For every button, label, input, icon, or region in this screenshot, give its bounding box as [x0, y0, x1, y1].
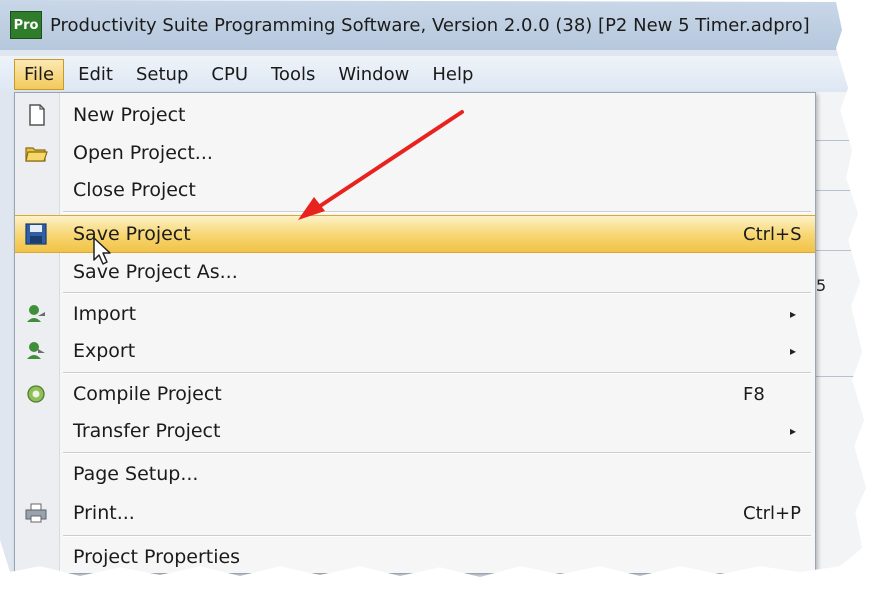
menu-item-compile-project[interactable]: Compile Project F8 [15, 376, 815, 412]
floppy-disk-icon [25, 223, 47, 245]
menu-tools[interactable]: Tools [262, 60, 324, 89]
menu-item-label: Compile Project [73, 383, 222, 405]
menu-item-shortcut: F8 [743, 383, 765, 405]
menu-item-shortcut: Ctrl+S [743, 223, 802, 245]
menu-file[interactable]: File [14, 58, 65, 90]
menu-help[interactable]: Help [423, 60, 482, 89]
background-divider [814, 140, 866, 141]
menu-item-save-project[interactable]: Save Project Ctrl+S [15, 215, 815, 253]
menu-item-label: Page Setup... [73, 463, 199, 485]
menu-separator [63, 536, 811, 537]
background-divider [814, 190, 866, 191]
menu-item-print[interactable]: Print... Ctrl+P [15, 495, 815, 531]
menu-item-shortcut: Ctrl+P [743, 502, 801, 524]
file-menu-dropdown: New Project Open Project... Close Projec… [14, 92, 816, 574]
menu-item-label: Close Project [73, 179, 196, 201]
submenu-arrow-icon: ▸ [790, 424, 797, 438]
background-divider [814, 376, 866, 377]
menu-item-export[interactable]: Export ▸ [15, 333, 815, 369]
new-document-icon [29, 104, 45, 126]
menu-item-transfer-project[interactable]: Transfer Project ▸ [15, 413, 815, 449]
menu-item-import[interactable]: Import ▸ [15, 296, 815, 332]
menu-separator [63, 373, 811, 374]
menu-item-save-project-as[interactable]: Save Project As... [15, 254, 815, 290]
menu-item-label: Project Properties [73, 546, 241, 568]
menu-bar: File Edit Setup CPU Tools Window Help [0, 56, 866, 92]
submenu-arrow-icon: ▸ [790, 344, 797, 358]
menu-item-project-properties[interactable]: Project Properties [15, 539, 815, 575]
printer-icon [25, 503, 47, 523]
menu-item-page-setup[interactable]: Page Setup... [15, 456, 815, 492]
menu-setup[interactable]: Setup [127, 60, 197, 89]
submenu-arrow-icon: ▸ [790, 307, 797, 321]
menu-window[interactable]: Window [329, 60, 418, 89]
background-divider [814, 250, 866, 251]
menu-item-label: New Project [73, 104, 186, 126]
menu-item-label: Export [73, 340, 136, 362]
menu-item-close-project[interactable]: Close Project [15, 172, 815, 208]
menu-separator [63, 453, 811, 454]
export-icon [27, 342, 45, 359]
title-bar: Pro Productivity Suite Programming Softw… [0, 0, 866, 50]
menu-item-label: Transfer Project [73, 420, 221, 442]
background-text-fragment: 5 [816, 276, 827, 295]
screenshot-frame: Pro Productivity Suite Programming Softw… [0, 0, 866, 577]
background-window-area [814, 92, 866, 572]
import-icon [27, 305, 45, 322]
menu-item-label: Save Project [73, 223, 191, 245]
window-title: Productivity Suite Programming Software,… [50, 14, 810, 36]
menu-item-open-project[interactable]: Open Project... [15, 135, 815, 171]
compile-icon [27, 385, 45, 403]
menu-item-label: Import [73, 303, 137, 325]
app-icon: Pro [10, 11, 42, 39]
menu-edit[interactable]: Edit [69, 60, 122, 89]
menu-item-new-project[interactable]: New Project [15, 97, 815, 133]
menu-item-label: Print... [73, 502, 135, 524]
menu-item-label: Open Project... [73, 142, 213, 164]
open-folder-icon [25, 147, 48, 162]
mouse-cursor-icon [93, 237, 111, 265]
menu-cpu[interactable]: CPU [202, 60, 257, 89]
menu-separator [63, 212, 811, 213]
menu-separator [63, 293, 811, 294]
